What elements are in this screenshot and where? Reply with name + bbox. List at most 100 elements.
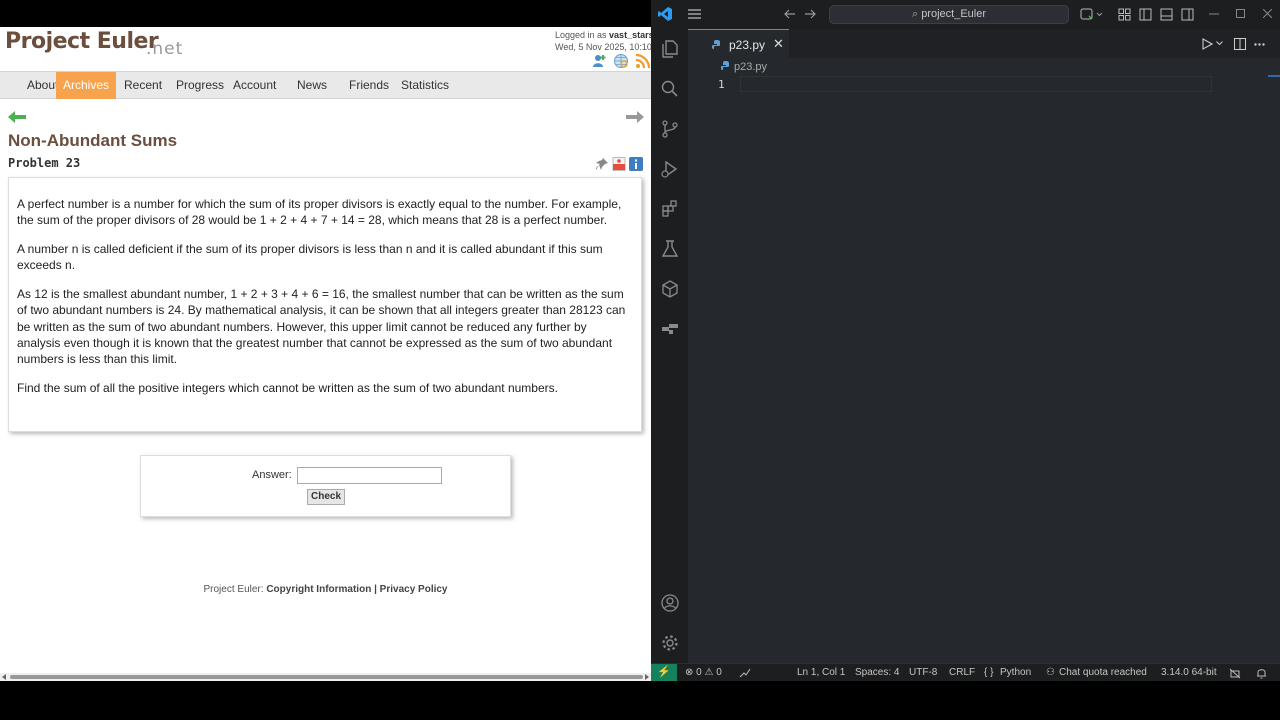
language-mode[interactable]: Python — [1000, 667, 1031, 678]
answer-input[interactable] — [297, 467, 442, 484]
python-file-icon — [721, 61, 729, 70]
explorer-icon[interactable] — [660, 39, 680, 59]
search-text: project_Euler — [921, 8, 987, 20]
line-endings[interactable]: CRLF — [949, 667, 975, 678]
rss-icon[interactable] — [635, 53, 651, 69]
problem-number: Problem 23 — [8, 156, 81, 170]
status-bar: ⚡ ⊗ 0 ⚠ 0 Ln 1, Col 1 Spaces: 4 UTF-8 CR… — [651, 663, 1280, 681]
more-actions-icon[interactable] — [1254, 43, 1265, 46]
globe-icon[interactable] — [613, 53, 629, 69]
current-line-highlight[interactable] — [740, 76, 1212, 92]
nav-recent[interactable]: Recent — [117, 72, 169, 99]
search-icon[interactable] — [660, 79, 680, 99]
login-info: Logged in as vast_stars Wed, 5 Nov 2025,… — [555, 29, 651, 53]
scroll-right-arrow-icon[interactable] — [645, 674, 649, 680]
pin-icon[interactable] — [595, 157, 609, 171]
containers-icon[interactable] — [660, 279, 680, 299]
ports-icon[interactable] — [739, 668, 751, 678]
tab-bar: p23.py ✕ — [688, 29, 1280, 58]
problem-paragraph: A perfect number is a number for which t… — [17, 197, 622, 228]
breadcrumb-file[interactable]: p23.py — [734, 61, 767, 73]
next-problem-arrow-icon[interactable] — [626, 110, 644, 128]
copyright-link[interactable]: Copyright Information — [266, 584, 371, 595]
problem-title: Non-Abundant Sums — [8, 131, 178, 150]
extensions-icon[interactable] — [660, 199, 680, 219]
nav-archives[interactable]: Archives — [56, 72, 117, 99]
indentation[interactable]: Spaces: 4 — [855, 667, 899, 678]
split-editor-icon[interactable] — [1234, 38, 1246, 50]
minimize-icon[interactable] — [1209, 13, 1219, 15]
breadcrumb[interactable]: p23.py — [721, 61, 767, 73]
command-center-search[interactable]: ⌕ project_Euler — [829, 5, 1069, 24]
vscode-logo-icon — [658, 7, 672, 21]
testing-icon[interactable] — [660, 239, 680, 259]
nav-account[interactable]: Account — [226, 72, 283, 99]
toggle-secondary-sidebar-icon[interactable] — [1181, 8, 1194, 21]
info-icon[interactable] — [629, 157, 643, 171]
cursor-position[interactable]: Ln 1, Col 1 — [797, 667, 845, 678]
customize-layout-icon[interactable] — [1118, 8, 1131, 21]
tab-label: p23.py — [729, 38, 766, 52]
problems-status[interactable]: ⊗ 0 ⚠ 0 — [685, 667, 722, 678]
gear-icon[interactable] — [660, 633, 680, 653]
logged-prefix: Logged in as — [555, 30, 610, 40]
notifications-bell-icon[interactable] — [1256, 667, 1267, 679]
encoding[interactable]: UTF-8 — [909, 667, 937, 678]
chat-quota-status[interactable]: Chat quota reached — [1059, 667, 1147, 678]
site-footer: Project Euler: Copyright Information | P… — [0, 584, 651, 595]
site-logo[interactable]: Project Euler — [5, 29, 159, 54]
browser-window: Project Euler .net Logged in as vast_sta… — [0, 27, 651, 681]
toggle-primary-sidebar-icon[interactable] — [1139, 8, 1152, 21]
title-bar: ⌕ project_Euler — [651, 0, 1280, 29]
nav-news[interactable]: News — [290, 72, 334, 99]
answer-label: Answer: — [252, 469, 292, 481]
site-logo-suffix[interactable]: .net — [146, 39, 183, 59]
forward-arrow-icon[interactable] — [804, 9, 816, 19]
pdf-icon[interactable] — [612, 157, 626, 171]
menu-icon[interactable] — [688, 9, 701, 19]
previous-problem-arrow-icon[interactable] — [8, 110, 26, 128]
activity-bar — [651, 29, 688, 663]
scroll-left-arrow-icon[interactable] — [2, 674, 6, 680]
problem-icons — [595, 157, 643, 171]
python-file-icon — [712, 40, 720, 49]
run-debug-icon[interactable] — [660, 159, 680, 179]
nav-statistics[interactable]: Statistics — [394, 72, 456, 99]
taskbar-area — [0, 681, 1280, 720]
nav-friends[interactable]: Friends — [342, 72, 396, 99]
tab-p23-py[interactable]: p23.py ✕ — [688, 29, 789, 58]
maximize-icon[interactable] — [1236, 9, 1245, 18]
problem-paragraph: Find the sum of all the positive integer… — [17, 381, 558, 396]
problem-paragraph: A number n is called deficient if the su… — [17, 242, 603, 273]
check-button[interactable]: Check — [307, 489, 345, 505]
privacy-policy-link[interactable]: Privacy Policy — [380, 584, 448, 595]
horizontal-scrollbar[interactable] — [0, 673, 651, 681]
problem-content: A perfect number is a number for which t… — [8, 177, 642, 432]
account-icon[interactable] — [660, 593, 680, 613]
remote-explorer-icon[interactable] — [660, 319, 680, 339]
copilot-icon[interactable] — [1080, 8, 1104, 21]
problem-paragraph: As 12 is the smallest abundant number, 1… — [17, 287, 626, 367]
footer-prefix: Project Euler: — [203, 584, 267, 595]
back-arrow-icon[interactable] — [784, 9, 796, 19]
python-interpreter[interactable]: 3.14.0 64-bit — [1161, 667, 1217, 678]
vscode-window: ⌕ project_Euler p23.py ✕ p23.py 1 ⚡ ⊗ 0 … — [651, 0, 1280, 681]
close-icon[interactable]: ✕ — [773, 36, 784, 52]
main-nav: About Archives Recent Progress Account N… — [0, 71, 651, 99]
header-icons — [591, 53, 651, 69]
search-icon: ⌕ — [911, 8, 922, 20]
line-number: 1 — [718, 78, 725, 91]
source-control-icon[interactable] — [660, 119, 680, 139]
current-datetime: Wed, 5 Nov 2025, 10:10 — [555, 42, 651, 52]
chevron-down-icon[interactable] — [1216, 41, 1223, 46]
remote-indicator[interactable]: ⚡ — [651, 664, 677, 681]
scrollbar-thumb[interactable] — [10, 675, 643, 679]
add-friend-icon[interactable] — [591, 53, 607, 69]
footer-separator: | — [371, 584, 380, 595]
nav-progress[interactable]: Progress — [169, 72, 231, 99]
close-window-icon[interactable] — [1263, 9, 1272, 18]
run-file-icon[interactable] — [1201, 38, 1213, 50]
no-copilot-icon[interactable] — [1229, 668, 1241, 679]
logged-username[interactable]: vast_stars — [609, 30, 651, 40]
toggle-panel-icon[interactable] — [1160, 8, 1173, 21]
